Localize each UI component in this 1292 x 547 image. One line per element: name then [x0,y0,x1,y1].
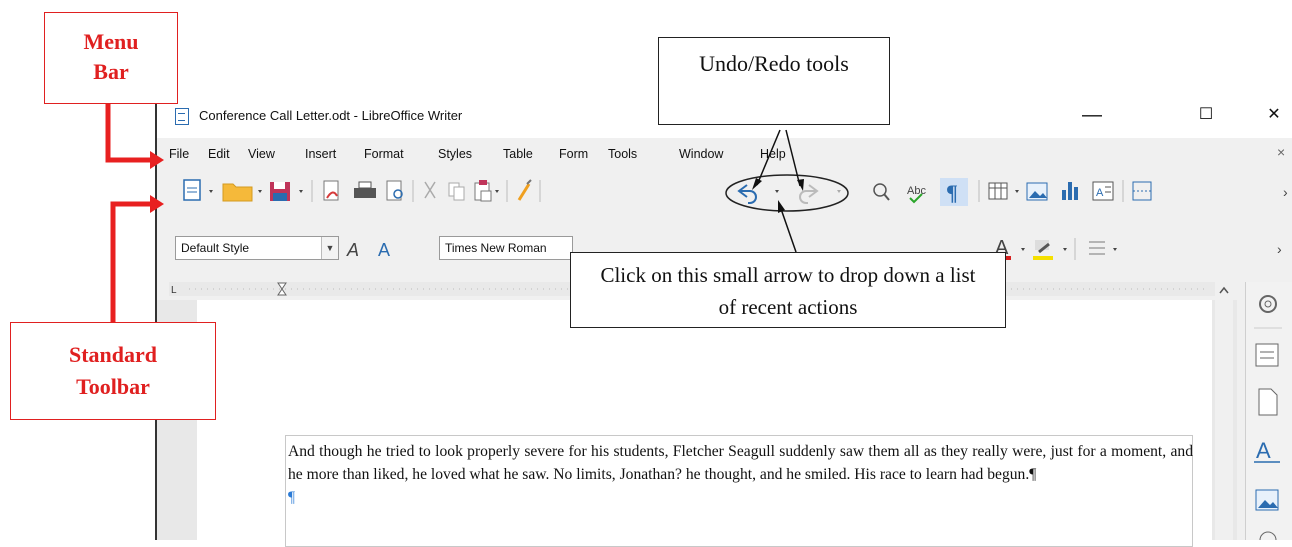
menu-view[interactable]: View [248,147,275,161]
highlighting-icon[interactable] [1033,240,1053,260]
empty-paragraph-mark: ¶ [288,489,296,506]
menu-table[interactable]: Table [503,147,533,161]
font-name-combo[interactable]: Times New Roman [439,236,573,260]
svg-text:A: A [1256,438,1271,463]
menu-insert[interactable]: Insert [305,147,336,161]
document-body[interactable]: And though he tried to look properly sev… [288,440,1193,509]
insert-table-icon[interactable] [988,182,1008,200]
find-replace-icon[interactable] [873,183,890,201]
undo-redo-highlight-ellipse [725,174,849,212]
menu-window[interactable]: Window [679,147,723,161]
menu-form[interactable]: Form [559,147,588,161]
menu-bar-callout: Menu Bar [44,12,178,104]
new-style-icon[interactable]: A [378,240,390,260]
menu-help[interactable]: Help [760,147,786,161]
paste-icon[interactable] [474,180,492,202]
arrow-note-callout: Click on this small arrow to drop down a… [570,252,1006,328]
svg-text:Abc: Abc [907,185,926,197]
cut-icon[interactable] [424,181,436,199]
toolbar-overflow-icon[interactable]: › [1283,184,1288,200]
open-dropdown-icon[interactable] [258,190,262,193]
menu-bar-callout-text: Menu Bar [83,29,139,84]
minimize-button[interactable]: — [1077,102,1107,128]
clone-formatting-icon[interactable] [517,179,532,201]
paste-dropdown-icon[interactable] [495,190,499,193]
print-icon[interactable] [354,181,376,198]
arrow-note-callout-text: Click on this small arrow to drop down a… [600,263,976,319]
svg-text:L: L [171,285,177,296]
formatting-overflow-icon[interactable]: › [1277,241,1282,257]
navigator-icon[interactable] [1259,531,1277,540]
menu-tools[interactable]: Tools [608,147,637,161]
insert-image-icon[interactable] [1026,182,1048,201]
paragraph-style-combo[interactable]: Default Style ▼ [175,236,339,260]
undo-icon[interactable] [737,184,757,204]
font-color-dropdown-icon[interactable] [1021,248,1025,251]
document-paragraph: And though he tried to look properly sev… [288,443,1193,483]
menu-file[interactable]: File [169,147,189,161]
formatting-marks-icon[interactable]: ¶ [946,180,958,205]
insert-page-break-icon[interactable] [1132,181,1152,201]
redo-dropdown-icon[interactable] [837,190,841,193]
save-icon[interactable] [270,182,290,201]
standard-toolbar-callout: Standard Toolbar [10,322,216,420]
undo-redo-callout: Undo/Redo tools [658,37,890,125]
undo-redo-callout-text: Undo/Redo tools [699,51,849,76]
vertical-scrollbar[interactable] [1215,282,1233,540]
print-preview-icon[interactable] [386,180,403,201]
highlighting-dropdown-icon[interactable] [1063,248,1067,251]
insert-chart-icon[interactable] [1062,182,1078,200]
paragraph-style-value: Default Style [181,241,250,255]
styles-icon[interactable]: A [1254,438,1280,463]
page-icon[interactable] [1258,388,1278,416]
export-pdf-icon[interactable] [323,180,339,201]
new-dropdown-icon[interactable] [209,190,213,193]
menu-edit[interactable]: Edit [208,147,230,161]
redo-icon[interactable] [799,184,819,204]
insert-text-box-icon[interactable]: A [1092,181,1114,201]
close-document-icon[interactable]: × [1277,144,1285,160]
sidebar-deck: A [1245,282,1292,540]
update-style-icon[interactable]: A [346,240,359,260]
window-title: Conference Call Letter.odt - LibreOffice… [199,108,463,123]
open-folder-icon[interactable] [222,183,253,202]
menu-format[interactable]: Format [364,147,404,161]
paragraph-style-dropdown-icon[interactable]: ▼ [321,237,338,259]
undo-dropdown-icon[interactable] [775,190,779,193]
spelling-icon[interactable]: Abc [907,185,926,204]
svg-text:A: A [1096,187,1104,199]
table-dropdown-icon[interactable] [1015,190,1019,193]
standard-toolbar-callout-text: Standard Toolbar [68,342,158,399]
properties-icon[interactable] [1255,343,1279,367]
save-dropdown-icon[interactable] [299,190,303,193]
list-icon[interactable] [1089,241,1105,255]
new-document-icon[interactable] [183,179,201,201]
list-dropdown-icon[interactable] [1113,248,1117,251]
menu-styles[interactable]: Styles [438,147,472,161]
close-button[interactable]: ✕ [1259,102,1289,128]
standard-toolbar: Abc ¶ A › [157,172,1292,212]
gear-icon[interactable] [1259,295,1277,313]
copy-icon[interactable] [448,182,465,201]
font-name-value: Times New Roman [445,241,547,255]
gallery-icon[interactable] [1255,489,1279,511]
maximize-button[interactable]: ☐ [1191,102,1221,128]
writer-document-icon [175,108,189,125]
